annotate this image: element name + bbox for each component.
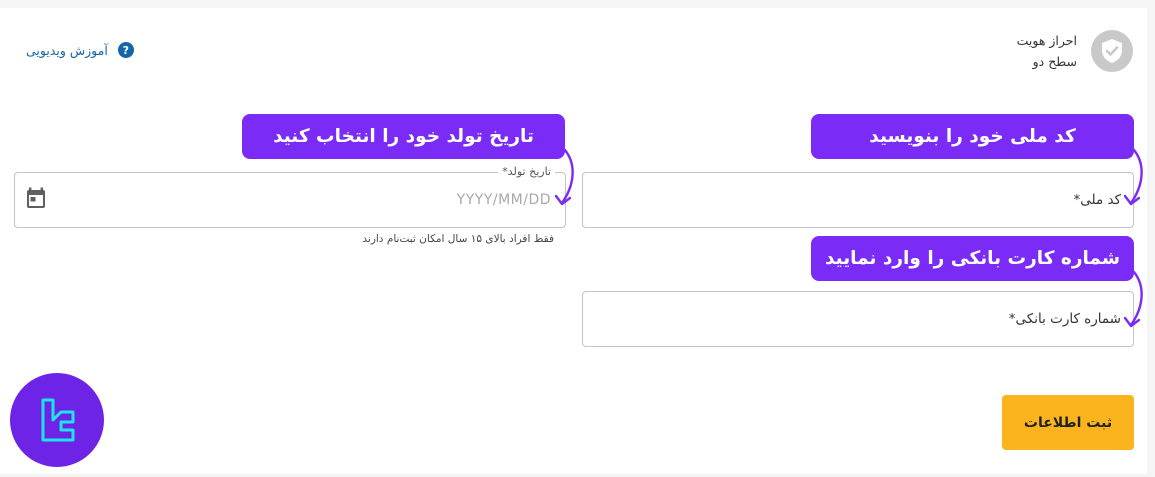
birth-date-callout: تاریخ تولد خود را انتخاب کنید: [242, 114, 565, 159]
brand-logo: [10, 373, 104, 467]
calendar-icon[interactable]: [26, 187, 46, 213]
page-title: احراز هویت: [1016, 33, 1077, 48]
video-tutorial-label: آموزش ویدیویی: [26, 42, 108, 58]
header-text: احراز هویت سطح دو: [1017, 30, 1077, 72]
video-tutorial-link[interactable]: آموزش ویدیویی ?: [26, 42, 134, 58]
shield-check-icon: [1091, 30, 1133, 72]
birth-date-label: تاریخ تولد*: [498, 165, 555, 178]
national-code-field[interactable]: کد ملی*: [582, 172, 1134, 228]
national-code-label: کد ملی*: [1073, 192, 1121, 208]
birth-date-field[interactable]: تاریخ تولد* YYYY/MM/DD: [14, 165, 566, 228]
submit-button[interactable]: ثبت اطلاعات: [1002, 395, 1134, 450]
card-number-label: شماره کارت بانکی*: [1008, 311, 1121, 327]
brand-logo-mark: [41, 398, 75, 442]
page-subtitle: سطح دو: [1032, 54, 1077, 69]
birth-date-helper: فقط افراد بالای ۱۵ سال امکان ثبت‌نام دار…: [362, 233, 554, 245]
card-number-field[interactable]: شماره کارت بانکی*: [582, 291, 1134, 347]
header: احراز هویت سطح دو: [1017, 30, 1133, 72]
help-icon: ?: [117, 42, 134, 58]
national-code-callout: کد ملی خود را بنویسید: [811, 114, 1134, 159]
card-number-callout: شماره کارت بانکی را وارد نمایید: [811, 236, 1134, 281]
birth-date-placeholder: YYYY/MM/DD: [456, 192, 551, 208]
